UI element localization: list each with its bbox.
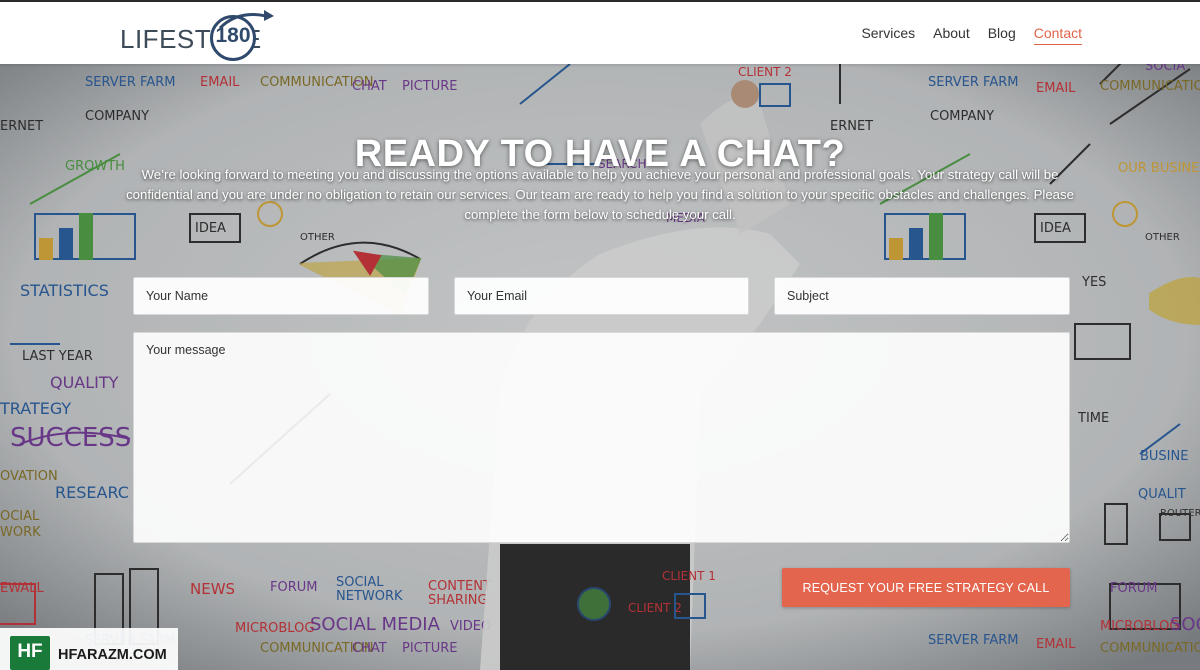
- watermark: HF HFARAZM.COM: [0, 628, 178, 670]
- watermark-badge-text: HF: [17, 641, 43, 662]
- request-strategy-call-button[interactable]: REQUEST YOUR FREE STRATEGY CALL: [782, 568, 1070, 607]
- contact-hero: SERVER FARM EMAIL COMMUNICATION CHAT PIC…: [0, 64, 1200, 670]
- site-logo[interactable]: LIFESTYLE 180: [120, 8, 280, 64]
- name-input[interactable]: [133, 277, 429, 315]
- watermark-logo: HF: [10, 636, 50, 670]
- subject-input[interactable]: [774, 277, 1070, 315]
- main-nav: Services About Blog Contact: [843, 25, 1082, 45]
- watermark-text: HFARAZM.COM: [58, 647, 167, 663]
- logo-arrow-icon: [218, 10, 274, 30]
- site-header: LIFESTYLE 180 Services About Blog Contac…: [0, 0, 1200, 64]
- hero-description: We’re looking forward to meeting you and…: [126, 167, 1074, 223]
- nav-item-services[interactable]: Services: [861, 25, 915, 45]
- nav-item-about[interactable]: About: [933, 25, 970, 45]
- email-input[interactable]: [454, 277, 749, 315]
- message-textarea[interactable]: [133, 332, 1070, 543]
- nav-item-contact[interactable]: Contact: [1033, 25, 1082, 45]
- nav-item-blog[interactable]: Blog: [988, 25, 1016, 45]
